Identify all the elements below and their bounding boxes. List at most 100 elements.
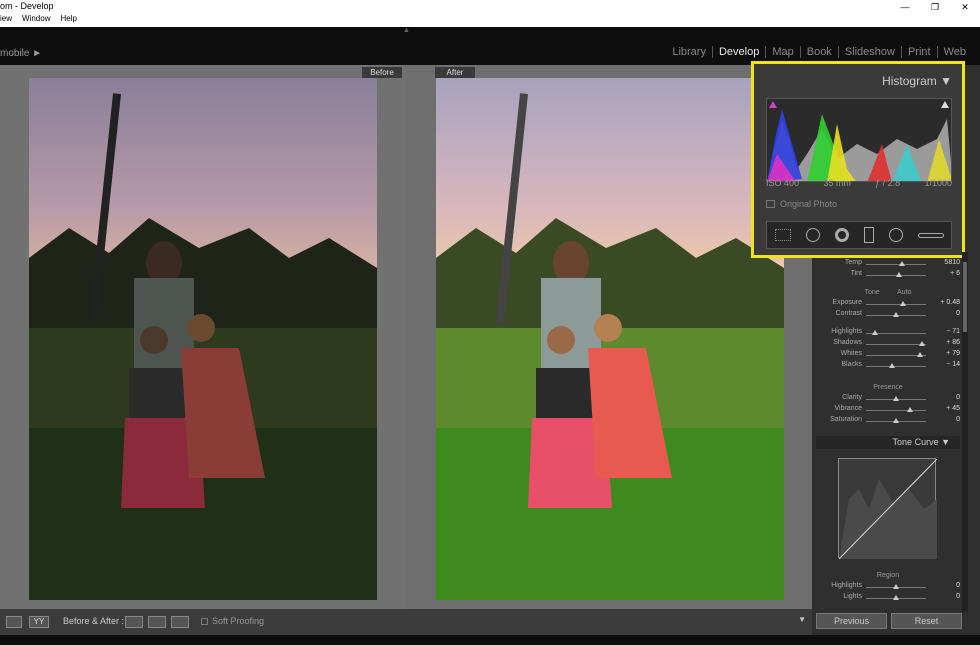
slider-knob[interactable]: [896, 272, 902, 277]
slider-knob[interactable]: [906, 407, 913, 412]
slider-knob[interactable]: [888, 363, 895, 368]
red-eye-icon[interactable]: [834, 228, 849, 242]
before-after-mode-button[interactable]: YY: [29, 616, 49, 628]
region-section: Region Highlights 0 Lights 0: [816, 572, 960, 604]
slider-track[interactable]: [866, 595, 926, 600]
slider-track[interactable]: [866, 261, 926, 266]
slider-value[interactable]: + 6: [950, 270, 960, 277]
minimize-button[interactable]: —: [890, 0, 920, 14]
menu-view[interactable]: iew: [0, 14, 12, 27]
slider-track[interactable]: [866, 418, 926, 423]
slider-value[interactable]: 0: [956, 310, 960, 317]
slider-knob[interactable]: [893, 312, 899, 317]
slider-knob[interactable]: [917, 352, 923, 357]
copy-after-icon[interactable]: [148, 616, 166, 628]
menu-help[interactable]: Help: [60, 14, 76, 27]
slider-value[interactable]: + 79: [946, 350, 960, 357]
close-button[interactable]: ✕: [950, 0, 980, 14]
slider-row-lights[interactable]: Lights 0: [816, 593, 960, 604]
module-print[interactable]: Print: [900, 46, 937, 58]
slider-value[interactable]: − 14: [946, 361, 960, 368]
slider-row-shadows[interactable]: Shadows + 86: [816, 339, 960, 350]
loupe-view-icon[interactable]: [6, 616, 22, 628]
slider-value[interactable]: 0: [956, 394, 960, 401]
slider-value[interactable]: 0: [956, 416, 960, 423]
slider-row-contrast[interactable]: Contrast 0: [816, 310, 960, 321]
slider-track[interactable]: [866, 584, 926, 589]
slider-track[interactable]: [866, 272, 926, 277]
slider-value[interactable]: + 45: [946, 405, 960, 412]
module-slideshow[interactable]: Slideshow: [837, 46, 901, 58]
slider-track[interactable]: [866, 396, 926, 401]
slider-label: Highlights: [831, 328, 862, 335]
module-library[interactable]: Library: [666, 46, 712, 58]
slider-track[interactable]: [866, 407, 926, 412]
slider-row-saturation[interactable]: Saturation 0: [816, 416, 960, 427]
collapse-triangle-icon[interactable]: ▼: [940, 74, 952, 88]
histogram-header[interactable]: Histogram ▼: [882, 74, 952, 88]
highlight-clipping-icon[interactable]: [941, 101, 949, 108]
after-photo[interactable]: [436, 78, 784, 600]
slider-value[interactable]: 0: [956, 593, 960, 600]
slider-row-clarity[interactable]: Clarity 0: [816, 394, 960, 405]
slider-row-blacks[interactable]: Blacks − 14: [816, 361, 960, 372]
slider-knob[interactable]: [900, 301, 907, 306]
slider-value[interactable]: + 86: [946, 339, 960, 346]
module-book[interactable]: Book: [799, 46, 838, 58]
slider-knob[interactable]: [893, 584, 899, 589]
slider-row-temp[interactable]: Temp 5810: [816, 259, 960, 270]
tone-curve-header[interactable]: Tone Curve ▼: [816, 436, 960, 449]
toolbar-menu-icon[interactable]: ▼: [798, 615, 806, 624]
spot-removal-icon[interactable]: [805, 228, 820, 242]
slider-track[interactable]: [866, 352, 926, 357]
slider-value[interactable]: 5810: [944, 259, 960, 266]
reset-button[interactable]: Reset: [891, 613, 962, 629]
slider-knob[interactable]: [893, 595, 899, 600]
slider-row-highlights[interactable]: Highlights − 71: [816, 328, 960, 339]
menu-window[interactable]: Window: [22, 14, 50, 27]
slider-track[interactable]: [866, 341, 926, 346]
aperture-value: ƒ / 2.8: [875, 178, 901, 188]
slider-track[interactable]: [866, 312, 926, 317]
module-develop[interactable]: Develop: [711, 46, 765, 58]
tone-curve-graph[interactable]: [838, 458, 938, 560]
graduated-filter-icon[interactable]: [863, 227, 874, 243]
slider-knob[interactable]: [899, 261, 905, 266]
original-photo-checkbox[interactable]: [766, 200, 775, 208]
slider-value[interactable]: + 0.48: [940, 299, 960, 306]
auto-tone-button[interactable]: Auto: [897, 289, 911, 296]
slider-value[interactable]: − 71: [946, 328, 960, 335]
slider-row-tint[interactable]: Tint + 6: [816, 270, 960, 281]
slider-knob[interactable]: [893, 396, 899, 401]
previous-button[interactable]: Previous: [816, 613, 887, 629]
module-web[interactable]: Web: [936, 46, 972, 58]
slider-track[interactable]: [866, 363, 926, 368]
crop-tool-icon[interactable]: [774, 229, 791, 241]
panel-scrollbar[interactable]: [962, 252, 968, 612]
copy-before-icon[interactable]: [125, 616, 143, 628]
module-map[interactable]: Map: [765, 46, 799, 58]
slider-track[interactable]: [866, 301, 926, 306]
slider-row-highlights[interactable]: Highlights 0: [816, 582, 960, 593]
soft-proofing-checkbox[interactable]: [201, 618, 208, 625]
adjustment-brush-icon[interactable]: [917, 232, 944, 238]
radial-filter-icon[interactable]: [888, 228, 903, 242]
filmstrip-collapsed[interactable]: [0, 635, 980, 645]
slider-row-whites[interactable]: Whites + 79: [816, 350, 960, 361]
before-photo[interactable]: [29, 78, 377, 600]
original-photo-label: Original Photo: [780, 199, 838, 209]
original-photo-toggle[interactable]: Original Photo: [766, 199, 837, 209]
maximize-button[interactable]: ❐: [920, 0, 950, 14]
swap-icon[interactable]: [171, 616, 189, 628]
collapse-top-icon[interactable]: ▲: [403, 27, 410, 34]
slider-value[interactable]: 0: [956, 582, 960, 589]
slider-knob[interactable]: [893, 418, 899, 423]
shadow-clipping-icon[interactable]: [769, 101, 777, 108]
slider-row-exposure[interactable]: Exposure + 0.48: [816, 299, 960, 310]
slider-track[interactable]: [866, 330, 926, 335]
slider-knob[interactable]: [918, 341, 925, 346]
slider-row-vibrance[interactable]: Vibrance + 45: [816, 405, 960, 416]
slider-knob[interactable]: [872, 330, 878, 335]
scroll-thumb[interactable]: [963, 262, 967, 332]
identity-plate[interactable]: mobile ►: [0, 48, 42, 59]
